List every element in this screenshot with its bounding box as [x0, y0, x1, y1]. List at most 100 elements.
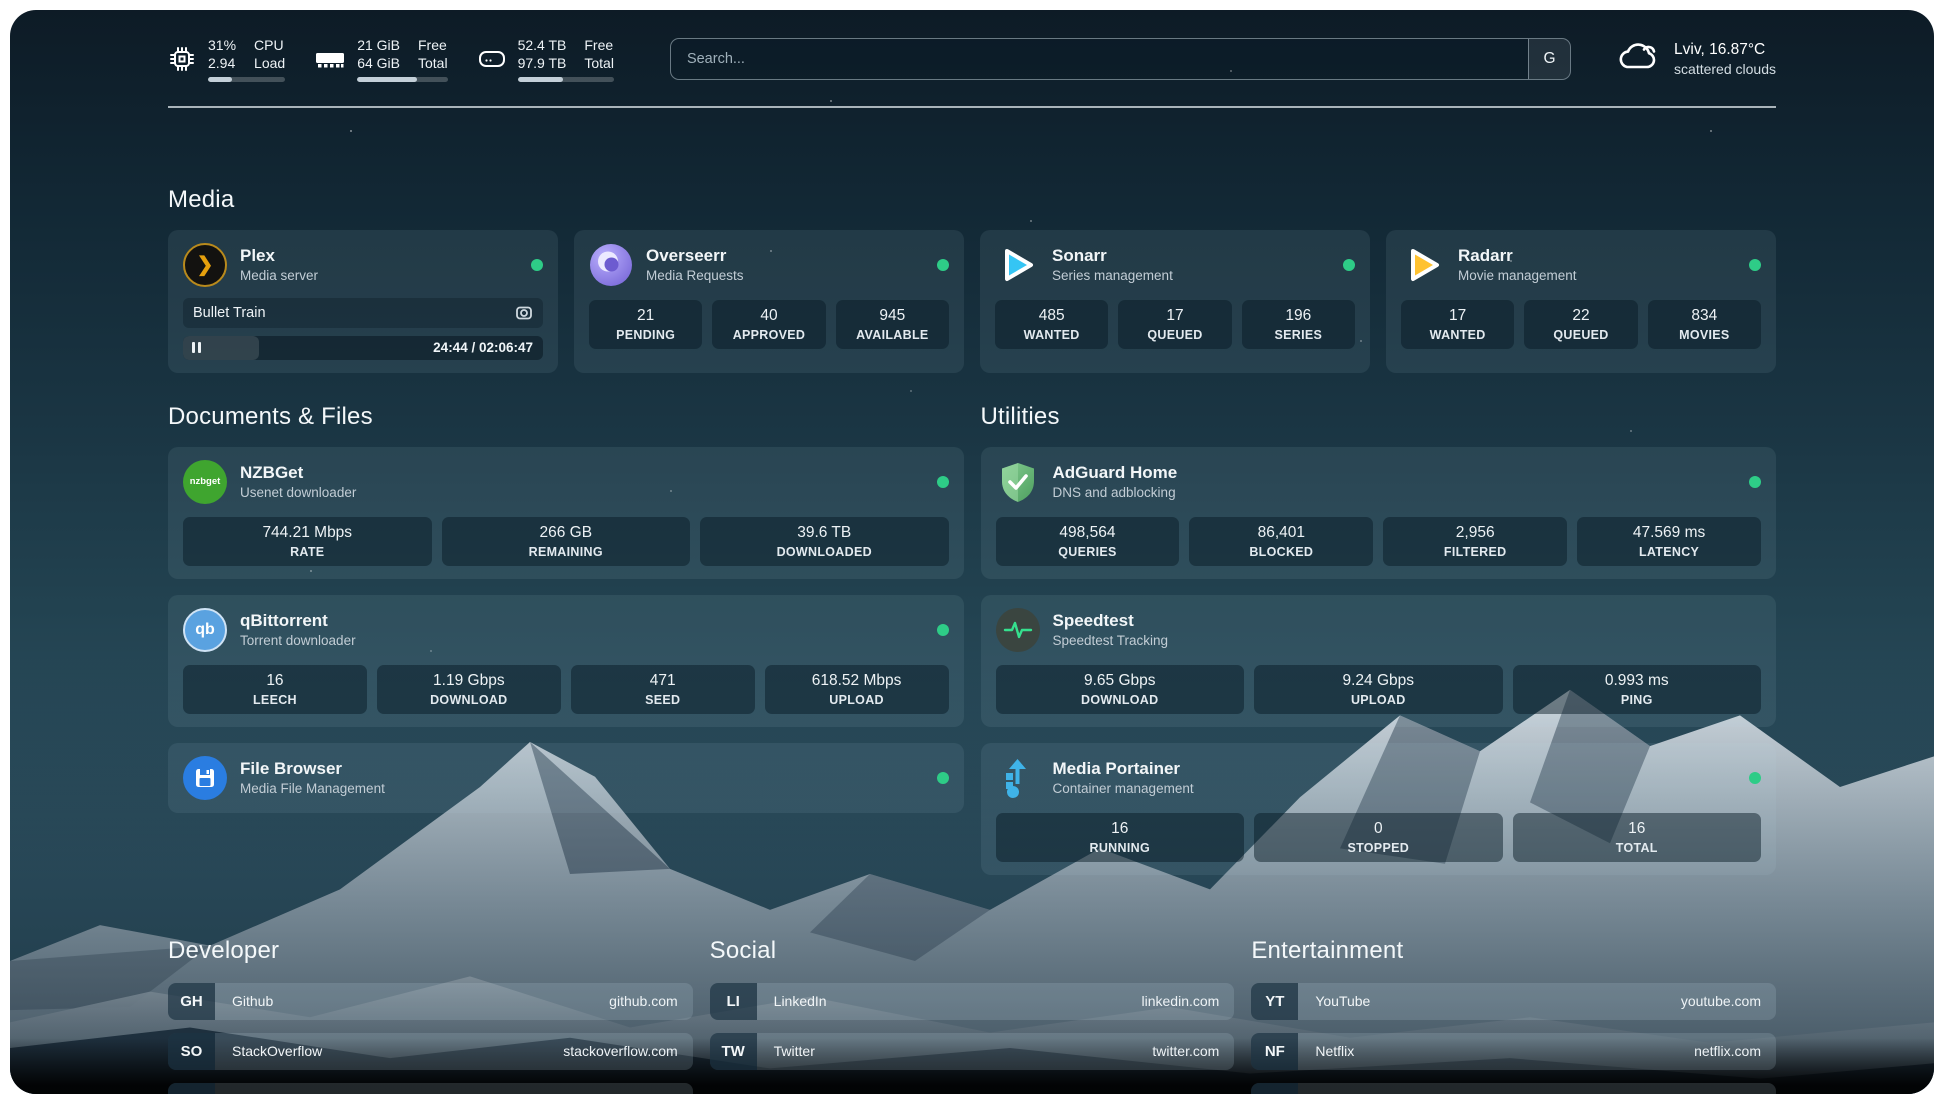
section-title-documents: Documents & Files — [168, 403, 964, 431]
service-desc: Container management — [1053, 781, 1194, 796]
disk-icon — [478, 48, 506, 70]
cpu-load-label: Load — [254, 54, 285, 72]
stat-remaining: 266 GBREMAINING — [442, 517, 691, 566]
cpu-load-value: 2.94 — [208, 54, 236, 72]
dashboard-panel: 31% 2.94 CPU Load — [10, 10, 1934, 1094]
section-title-developer: Developer — [168, 937, 693, 965]
utilities-column: Utilities — [981, 403, 1777, 875]
memory-icon — [315, 48, 345, 70]
search-bar[interactable]: G — [670, 38, 1571, 80]
bookmark-url: dev.to — [641, 1083, 678, 1094]
bookmark-name: Netflix — [1315, 1033, 1354, 1070]
service-desc: Media server — [240, 268, 318, 283]
service-name: File Browser — [240, 759, 385, 779]
radarr-icon — [1401, 243, 1445, 287]
service-card-adguard[interactable]: AdGuard Home DNS and adblocking 498,564Q… — [981, 447, 1777, 579]
stat-movies: 834MOVIES — [1648, 300, 1761, 349]
bookmark-abbr: GH — [168, 983, 215, 1020]
service-card-plex[interactable]: ❯ Plex Media server Bullet Train — [168, 230, 558, 373]
service-name: Sonarr — [1052, 246, 1173, 266]
service-desc: Speedtest Tracking — [1053, 633, 1169, 648]
service-card-portainer[interactable]: Media Portainer Container management 16R… — [981, 743, 1777, 875]
bookmark-url: youtube.com — [1681, 983, 1761, 1020]
weather-widget: Lviv, 16.87°C scattered clouds — [1615, 39, 1776, 78]
bookmark-name: DEV — [232, 1083, 261, 1094]
stat-ping: 0.993 msPING — [1513, 665, 1762, 714]
cpu-widget: 31% 2.94 CPU Load — [168, 36, 285, 82]
bookmark-abbr: RE — [1251, 1083, 1298, 1094]
bookmark-url: netflix.com — [1694, 1033, 1761, 1070]
plex-progress-bar: 24:44 / 02:06:47 — [183, 336, 543, 360]
stat-approved: 40APPROVED — [712, 300, 825, 349]
service-card-overseerr[interactable]: Overseerr Media Requests 21PENDING 40APP… — [574, 230, 964, 373]
documents-column: Documents & Files nzbget NZBGet Usenet d… — [168, 403, 964, 813]
stat-upload: 9.24 GbpsUPLOAD — [1254, 665, 1503, 714]
stat-running: 16RUNNING — [996, 813, 1245, 862]
snow-specks — [10, 10, 12, 12]
search-provider-button[interactable]: G — [1528, 39, 1570, 79]
header-divider — [168, 106, 1776, 108]
disk-total-value: 97.9 TB — [518, 54, 567, 72]
stat-wanted: 485WANTED — [995, 300, 1108, 349]
service-desc: Series management — [1052, 268, 1173, 283]
nzbget-icon: nzbget — [183, 460, 227, 504]
service-desc: DNS and adblocking — [1053, 485, 1178, 500]
bookmark-linkedin[interactable]: LI LinkedIn linkedin.com — [710, 983, 1235, 1020]
service-card-sonarr[interactable]: Sonarr Series management 485WANTED 17QUE… — [980, 230, 1370, 373]
status-dot — [1749, 476, 1761, 488]
bookmark-url: reddit.com — [1696, 1083, 1761, 1094]
bookmark-name: Reddit — [1315, 1083, 1355, 1094]
stat-filtered: 2,956FILTERED — [1383, 517, 1567, 566]
cpu-usage-value: 31% — [208, 36, 236, 54]
developer-column: Developer GH Github github.com SO StackO… — [168, 937, 693, 1094]
stat-seed: 471SEED — [571, 665, 755, 714]
bookmark-name: YouTube — [1315, 983, 1370, 1020]
service-card-speedtest[interactable]: Speedtest Speedtest Tracking 9.65 GbpsDO… — [981, 595, 1777, 727]
bookmark-stackoverflow[interactable]: SO StackOverflow stackoverflow.com — [168, 1033, 693, 1070]
memory-total-value: 64 GiB — [357, 54, 400, 72]
sonarr-icon — [995, 243, 1039, 287]
search-input[interactable] — [671, 51, 1528, 67]
cpu-usage-label: CPU — [254, 36, 285, 54]
stat-series: 196SERIES — [1242, 300, 1355, 349]
stat-download: 9.65 GbpsDOWNLOAD — [996, 665, 1245, 714]
service-card-filebrowser[interactable]: File Browser Media File Management — [168, 743, 964, 813]
service-card-qbittorrent[interactable]: qb qBittorrent Torrent downloader 16LEEC… — [168, 595, 964, 727]
stat-download: 1.19 GbpsDOWNLOAD — [377, 665, 561, 714]
disk-free-label: Free — [584, 36, 614, 54]
status-dot — [1749, 772, 1761, 784]
service-name: NZBGet — [240, 463, 356, 483]
service-name: qBittorrent — [240, 611, 356, 631]
stat-queued: 17QUEUED — [1118, 300, 1231, 349]
stat-total: 16TOTAL — [1513, 813, 1762, 862]
service-name: AdGuard Home — [1053, 463, 1178, 483]
bookmark-twitter[interactable]: TW Twitter twitter.com — [710, 1033, 1235, 1070]
service-name: Media Portainer — [1053, 759, 1194, 779]
disk-widget: 52.4 TB 97.9 TB Free Total — [478, 36, 614, 82]
memory-widget: 21 GiB 64 GiB Free Total — [315, 36, 447, 82]
bookmark-reddit[interactable]: RE Reddit reddit.com — [1251, 1083, 1776, 1094]
bookmark-name: StackOverflow — [232, 1033, 322, 1070]
memory-free-value: 21 GiB — [357, 36, 400, 54]
memory-usage-bar — [357, 77, 447, 82]
bookmark-netflix[interactable]: NF Netflix netflix.com — [1251, 1033, 1776, 1070]
portainer-icon — [996, 756, 1040, 800]
status-dot — [1749, 259, 1761, 271]
adguard-icon — [996, 460, 1040, 504]
bookmark-name: Twitter — [774, 1033, 815, 1070]
cpu-icon — [168, 45, 196, 73]
status-dot — [531, 259, 543, 271]
service-desc: Media Requests — [646, 268, 744, 283]
plex-playback-time: 24:44 / 02:06:47 — [433, 340, 533, 355]
service-card-nzbget[interactable]: nzbget NZBGet Usenet downloader 744.21 M… — [168, 447, 964, 579]
bookmark-abbr: DT — [168, 1083, 215, 1094]
bookmark-youtube[interactable]: YT YouTube youtube.com — [1251, 983, 1776, 1020]
status-dot — [937, 259, 949, 271]
service-card-radarr[interactable]: Radarr Movie management 17WANTED 22QUEUE… — [1386, 230, 1776, 373]
disk-usage-bar — [518, 77, 614, 82]
bookmark-github[interactable]: GH Github github.com — [168, 983, 693, 1020]
plex-icon: ❯ — [183, 243, 227, 287]
cloud-icon — [1615, 39, 1661, 78]
bookmark-dev[interactable]: DT DEV dev.to — [168, 1083, 693, 1094]
stat-stopped: 0STOPPED — [1254, 813, 1503, 862]
